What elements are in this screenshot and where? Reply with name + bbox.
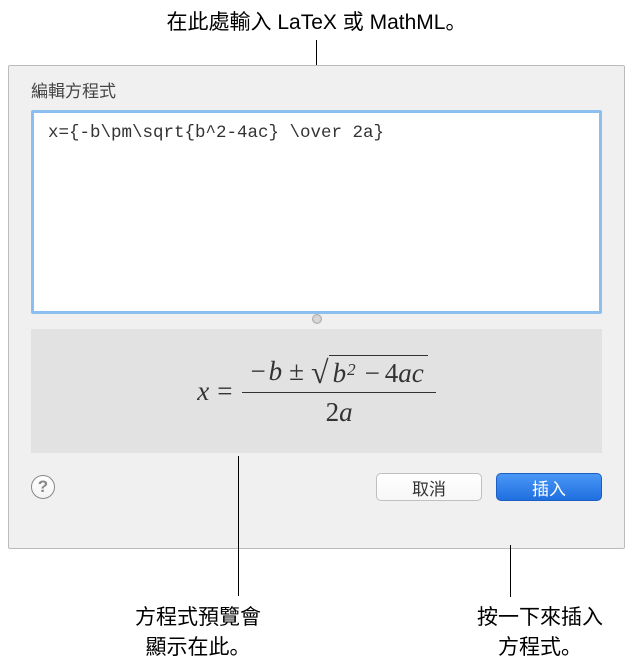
eq-minus: −: [250, 356, 265, 387]
help-icon[interactable]: ?: [31, 475, 55, 499]
eq-radicand: b 2 − 4 a c: [329, 355, 428, 389]
equation-input[interactable]: [31, 110, 602, 314]
eq-c: c: [412, 358, 424, 389]
rendered-equation: x = − b ± √ b 2 − 4 a c: [197, 355, 436, 428]
eq-a-denom: a: [339, 397, 353, 427]
insert-button[interactable]: 插入: [496, 473, 602, 501]
button-row: ? 取消 插入: [31, 473, 602, 501]
annotation-insert-line1: 按一下來插入: [477, 606, 603, 629]
annotation-input-hint: 在此處輸入 LaTeX 或 MathML。: [167, 8, 467, 37]
annotation-preview-line1: 方程式預覽會: [135, 606, 261, 629]
annotation-preview-line2: 顯示在此。: [146, 636, 251, 659]
eq-fraction: − b ± √ b 2 − 4 a c: [242, 355, 435, 428]
eq-sqrt-symbol: √: [311, 358, 329, 387]
leader-line-preview: [238, 456, 239, 596]
eq-minus-inner: −: [365, 358, 380, 389]
eq-variable-x: x: [197, 376, 209, 407]
cancel-button[interactable]: 取消: [376, 473, 482, 501]
annotation-insert-hint: 按一下來插入 方程式。: [477, 603, 603, 662]
eq-superscript-2: 2: [347, 360, 356, 380]
eq-b: b: [269, 356, 283, 387]
eq-denominator: 2a: [326, 393, 353, 428]
eq-a: a: [398, 358, 412, 389]
annotation-preview-hint: 方程式預覽會 顯示在此。: [135, 603, 261, 662]
leader-line-insert: [510, 545, 511, 597]
eq-sqrt: √ b 2 − 4 a c: [311, 355, 428, 389]
equation-editor-dialog: 編輯方程式 x = − b ± √ b 2 − 4: [8, 65, 625, 549]
eq-numerator: − b ± √ b 2 − 4 a c: [242, 355, 435, 393]
eq-plusminus: ±: [289, 356, 304, 387]
annotation-insert-line2: 方程式。: [498, 636, 582, 659]
eq-b2: b: [333, 358, 347, 389]
resize-handle[interactable]: [312, 314, 322, 324]
dialog-title: 編輯方程式: [31, 77, 602, 102]
eq-equals: =: [217, 376, 232, 407]
eq-two: 2: [326, 397, 340, 427]
equation-preview: x = − b ± √ b 2 − 4 a c: [31, 329, 602, 453]
eq-four: 4: [385, 358, 399, 389]
